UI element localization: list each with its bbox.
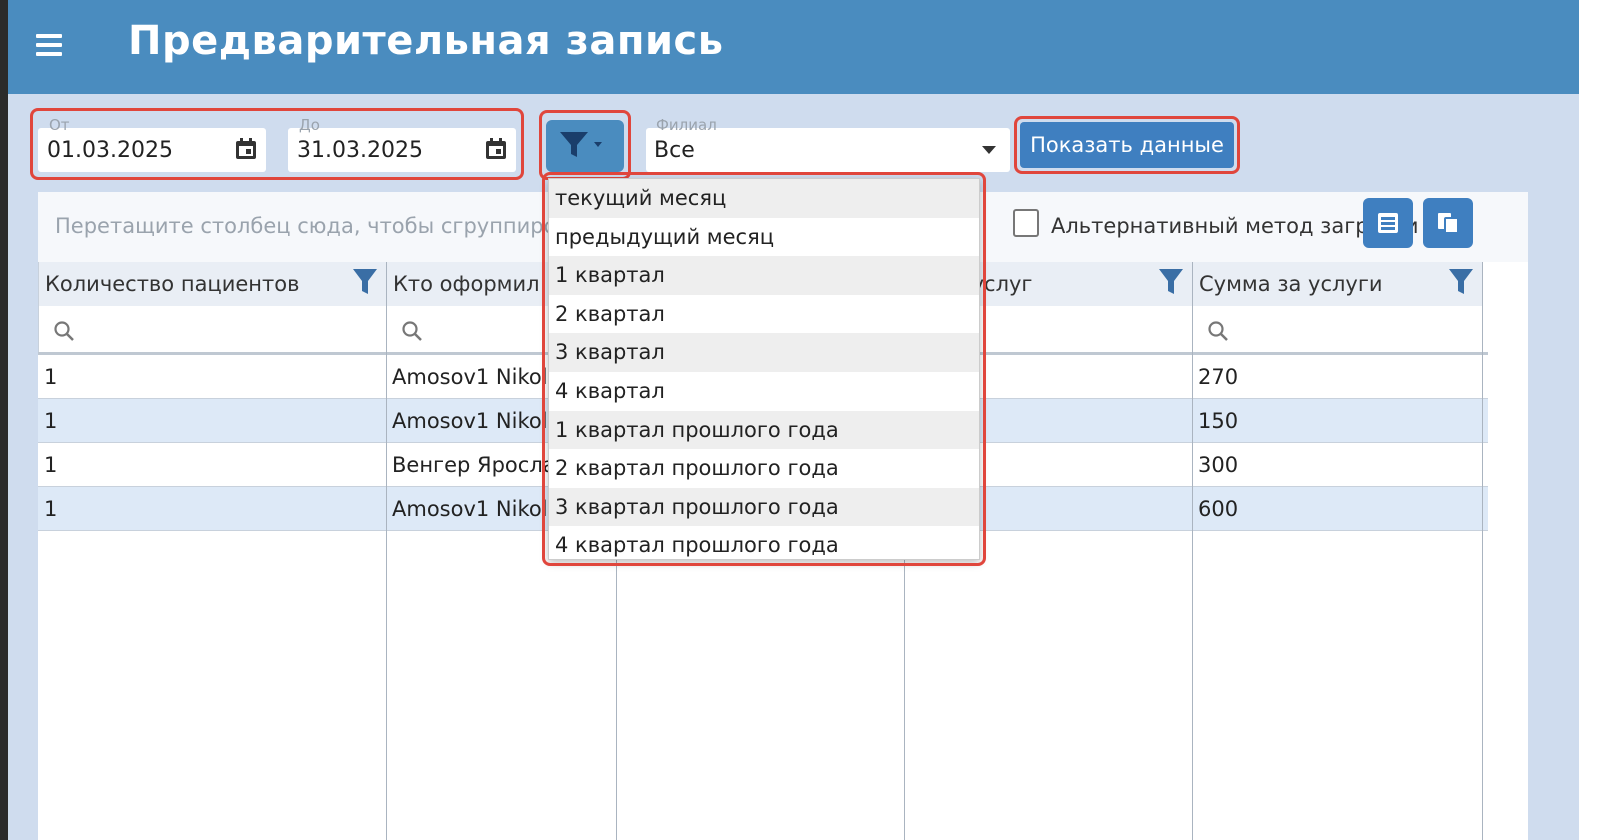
column-header-sum[interactable]: Сумма за услуги	[1192, 262, 1482, 306]
app-window: Предварительная запись От 01.03.2025 До …	[8, 0, 1579, 840]
date-from-field[interactable]: От 01.03.2025	[38, 116, 266, 172]
cell-patients: 1	[44, 497, 58, 521]
branch-value: Все	[654, 138, 695, 163]
excel-export-icon	[1378, 213, 1398, 233]
search-icon	[1208, 321, 1228, 341]
group-hint: Перетащите столбец сюда, чтобы сгруппиро…	[55, 214, 607, 238]
cell-sum: 270	[1198, 365, 1239, 389]
cell-patients: 1	[44, 409, 58, 433]
filter-icon	[560, 132, 602, 157]
cell-sum: 600	[1198, 497, 1239, 521]
show-data-button[interactable]: Показать данные	[1020, 122, 1234, 168]
hamburger-menu-icon[interactable]	[36, 34, 62, 56]
column-filter-icon[interactable]	[352, 268, 378, 296]
alt-load-checkbox[interactable]	[1013, 209, 1039, 237]
search-icon	[54, 321, 74, 341]
period-menu-highlight	[542, 172, 986, 566]
date-to-value[interactable]: 31.03.2025	[297, 138, 423, 163]
chevron-down-icon	[982, 146, 996, 154]
app-header: Предварительная запись	[8, 0, 1579, 94]
column-title: Сумма за услуги	[1199, 272, 1383, 296]
calendar-icon[interactable]	[235, 138, 257, 160]
copy-button[interactable]	[1423, 198, 1473, 248]
column-divider	[1192, 262, 1193, 840]
date-to-field[interactable]: До 31.03.2025	[288, 116, 516, 172]
window-edge	[0, 0, 8, 840]
cell-patients: 1	[44, 365, 58, 389]
column-filter-icon[interactable]	[1448, 268, 1474, 296]
page-title: Предварительная запись	[128, 18, 724, 64]
column-title: Кто оформил	[393, 272, 540, 296]
search-icon	[402, 321, 422, 341]
export-excel-button[interactable]	[1363, 198, 1413, 248]
search-cell-sum[interactable]	[1192, 306, 1482, 354]
date-to-label: До	[299, 116, 320, 134]
period-filter-button[interactable]	[546, 120, 624, 172]
column-divider	[1482, 262, 1483, 840]
branch-select[interactable]: Филиал Все	[646, 116, 1010, 172]
column-filter-icon[interactable]	[1158, 268, 1184, 296]
column-title: Количество пациентов	[45, 272, 300, 296]
column-divider	[386, 262, 387, 840]
search-cell-patients[interactable]	[38, 306, 386, 354]
copy-icon	[1438, 213, 1459, 234]
calendar-icon[interactable]	[485, 138, 507, 160]
column-header-patients[interactable]: Количество пациентов	[38, 262, 386, 306]
date-from-label: От	[49, 116, 70, 134]
cell-sum: 300	[1198, 453, 1239, 477]
cell-sum: 150	[1198, 409, 1239, 433]
date-from-value[interactable]: 01.03.2025	[47, 138, 173, 163]
cell-patients: 1	[44, 453, 58, 477]
background	[1579, 0, 1619, 840]
branch-label: Филиал	[656, 116, 717, 134]
